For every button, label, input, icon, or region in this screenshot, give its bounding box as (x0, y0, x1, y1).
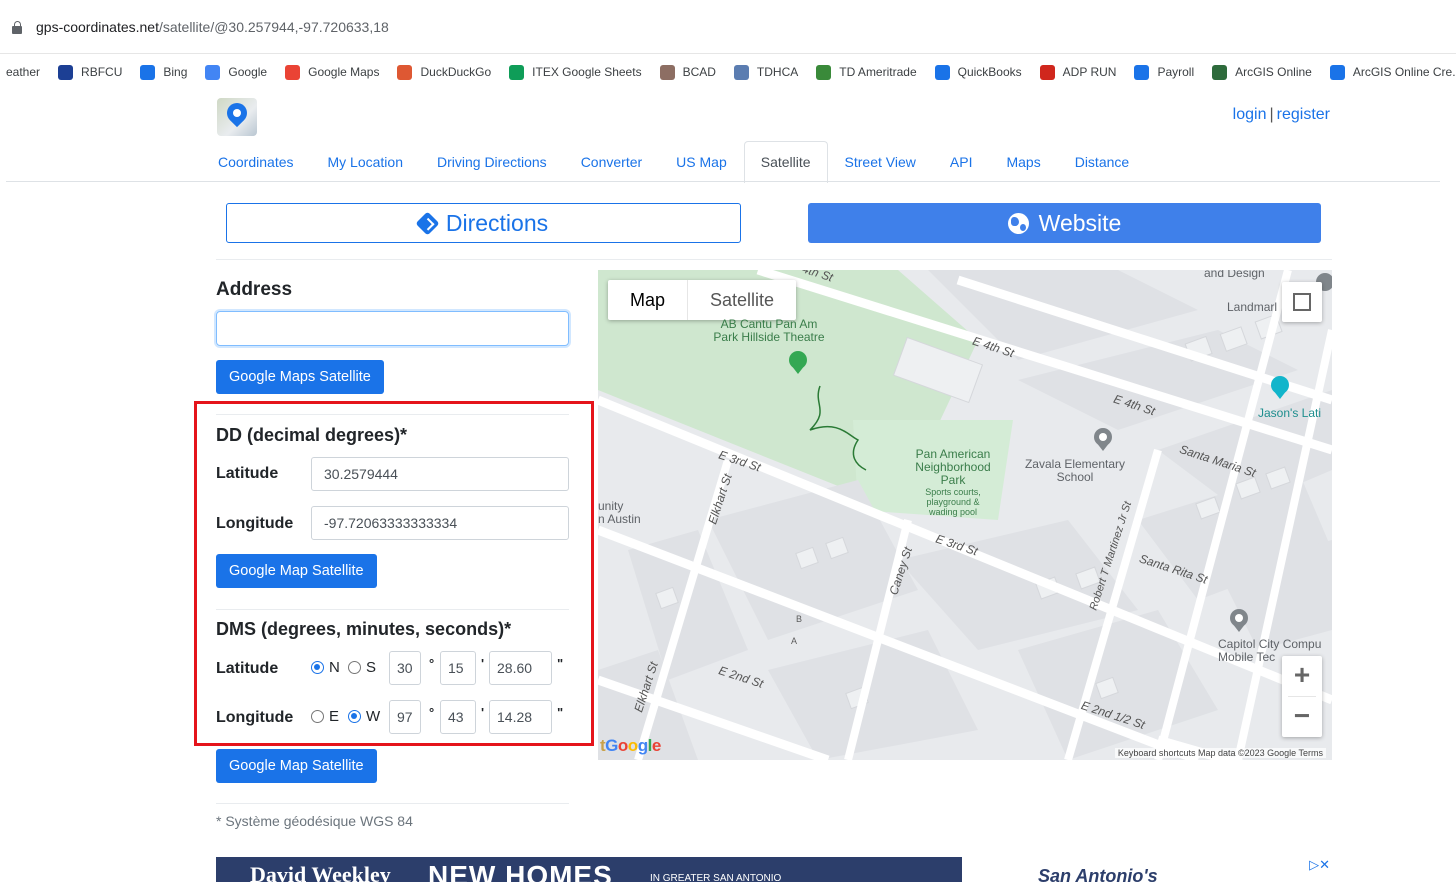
poi-label-community: unity n Austin (598, 499, 641, 526)
map-marker-a: A (791, 636, 798, 646)
bookmark-item[interactable]: DuckDuckGo (397, 64, 491, 80)
website-button[interactable]: Website (808, 203, 1321, 243)
bookmarks-bar: eather RBFCU Bing Google Google Maps DuckDuck… (0, 56, 1456, 88)
map-attribution[interactable]: Keyboard shortcuts Map data ©2023 Google… (1114, 748, 1326, 758)
poi-label-pan-american-park: Pan American Neighborhood Park Sports cour… (915, 447, 991, 518)
nav-tab-maps[interactable]: Maps (989, 141, 1057, 182)
map-type-map[interactable]: Map (608, 280, 687, 320)
nav-tab-my-location[interactable]: My Location (311, 141, 420, 182)
bookmark-item[interactable]: BCAD (659, 64, 716, 80)
directions-icon (415, 210, 440, 236)
ad-right-text: San Antonio's (1038, 866, 1158, 882)
google-icon (205, 64, 221, 80)
nav-tab-distance[interactable]: Distance (1058, 141, 1146, 182)
bookmark-item[interactable]: TD Ameritrade (816, 64, 917, 80)
main-nav: Coordinates My Location Driving Directions… (201, 141, 1146, 183)
highlight-box (194, 401, 594, 746)
poi-label-capitol-city: Capitol City Compu Mobile Tec (1218, 637, 1322, 664)
poi-label-ab-cantu: AB Cantu Pan Am Park Hillside Theatre (713, 317, 825, 344)
map-type-toggle: Map Satellite (608, 280, 797, 320)
ad-subtext: IN GREATER SAN ANTONIO (650, 873, 782, 882)
login-link[interactable]: login (1233, 106, 1267, 123)
poi-label-design: and Design (1204, 270, 1265, 280)
address-heading: Address (216, 279, 293, 300)
site-logo[interactable] (217, 98, 257, 136)
nav-tab-converter[interactable]: Converter (564, 141, 659, 182)
sheets-icon (509, 64, 525, 80)
ad-headline: NEW HOMES (428, 860, 613, 882)
poi-label-zavala-school: Zavala Elementary School (1024, 457, 1126, 484)
poi-label-jasons: Jason's Lati (1258, 406, 1321, 420)
advertisement-banner[interactable]: David Weekley NEW HOMES IN GREATER SAN A… (216, 857, 1332, 882)
quickbooks-icon (934, 64, 950, 80)
bookmark-item[interactable]: ArcGIS Online (1212, 64, 1312, 80)
adp-icon (1039, 64, 1055, 80)
rbfcu-icon (58, 64, 74, 80)
divider (216, 259, 1332, 260)
bookmark-item[interactable]: RBFCU (58, 64, 122, 80)
register-link[interactable]: register (1277, 106, 1330, 123)
address-bar[interactable]: gps-coordinates.net/satellite/@30.257944… (0, 0, 1456, 54)
wgs84-footnote: * Système géodésique WGS 84 (216, 813, 413, 829)
fullscreen-button[interactable] (1282, 282, 1322, 322)
google-maps-satellite-button[interactable]: Google Maps Satellite (216, 360, 384, 394)
nav-tab-satellite[interactable]: Satellite (743, 141, 828, 183)
bookmark-item[interactable]: ITEX Google Sheets (509, 64, 642, 80)
dms-google-map-satellite-button[interactable]: Google Map Satellite (216, 749, 377, 783)
ad-close-icon[interactable]: ▷✕ (1309, 857, 1330, 873)
bcad-icon (659, 64, 675, 80)
bing-search-icon (140, 64, 156, 80)
nav-divider (6, 181, 1440, 182)
bookmark-item[interactable]: Payroll (1134, 64, 1194, 80)
zoom-out-button[interactable]: − (1282, 697, 1322, 737)
google-maps-pin-icon (285, 64, 301, 80)
arcgis-globe-icon (1212, 64, 1228, 80)
address-input[interactable] (216, 311, 569, 346)
tdhca-star-icon (733, 64, 749, 80)
bookmark-item[interactable]: Bing (140, 64, 187, 80)
url-text[interactable]: gps-coordinates.net/satellite/@30.257944… (36, 19, 389, 35)
esri-icon (1329, 64, 1345, 80)
auth-links: login | register (1232, 106, 1330, 123)
lock-icon (12, 21, 22, 34)
bookmark-item[interactable]: TDHCA (733, 64, 798, 80)
nav-tab-api[interactable]: API (933, 141, 990, 182)
map-view[interactable]: Map Satellite + − 4th St E 4th St E 4th … (598, 270, 1332, 760)
google-logo: tGoogle (600, 736, 661, 755)
nav-tab-coordinates[interactable]: Coordinates (201, 141, 311, 182)
map-type-satellite[interactable]: Satellite (687, 280, 796, 320)
zoom-control: + − (1282, 656, 1322, 737)
bookmark-item[interactable]: ADP RUN (1039, 64, 1116, 80)
nav-tab-us-map[interactable]: US Map (659, 141, 744, 182)
directions-button[interactable]: Directions (226, 203, 741, 243)
nav-tab-driving-directions[interactable]: Driving Directions (420, 141, 564, 182)
globe-icon (1007, 212, 1029, 234)
bookmark-item[interactable]: ArcGIS Online Cre... (1329, 64, 1456, 80)
map-marker-b: B (796, 614, 803, 624)
payroll-icon (1134, 64, 1150, 80)
fullscreen-icon (1293, 293, 1311, 311)
gps-pin-icon (222, 98, 252, 128)
nav-tab-street-view[interactable]: Street View (828, 141, 933, 182)
ad-brand: David Weekley (250, 862, 391, 882)
bookmark-item[interactable]: Google Maps (285, 64, 379, 80)
duckduckgo-icon (397, 64, 413, 80)
divider (216, 803, 569, 804)
bookmark-item[interactable]: QuickBooks (934, 64, 1022, 80)
poi-label-landmark: Landmarl (1227, 300, 1278, 314)
bookmark-item[interactable]: eather (6, 65, 40, 79)
td-icon (816, 64, 832, 80)
bookmark-item[interactable]: Google (205, 64, 267, 80)
